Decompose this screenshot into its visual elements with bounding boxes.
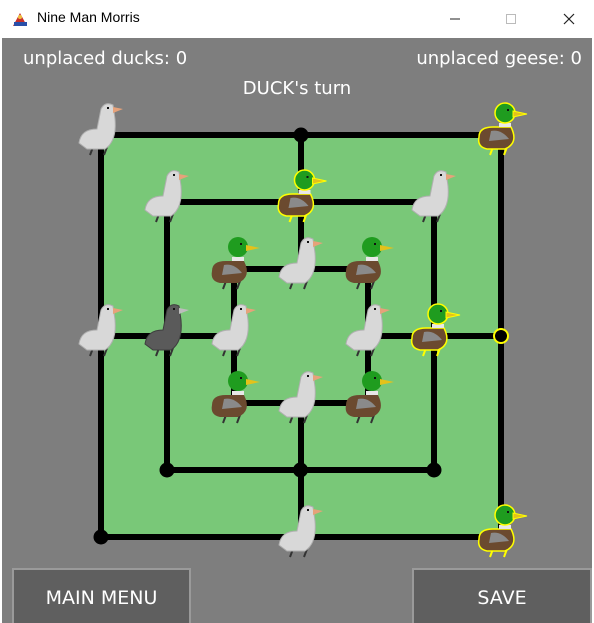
- goose-eye: [307, 241, 309, 243]
- duck-head: [362, 237, 382, 257]
- duck-collar: [366, 257, 378, 261]
- close-icon: [563, 13, 575, 25]
- goose-eye: [374, 308, 376, 310]
- goose-eye: [173, 174, 175, 176]
- maximize-button[interactable]: [488, 0, 534, 38]
- duck-eye: [240, 377, 242, 379]
- goose-eye: [173, 308, 175, 310]
- game-area: unplaced ducks: 0 unplaced geese: 0 DUCK…: [2, 38, 592, 623]
- goose-eye: [440, 174, 442, 176]
- goose-eye: [240, 308, 242, 310]
- goose-beak: [113, 107, 123, 113]
- empty-point[interactable]: [426, 462, 442, 478]
- board-point-outer-top-middle[interactable]: [293, 127, 309, 143]
- board-point-middle-bottom-right[interactable]: [426, 462, 442, 478]
- duck-collar: [366, 391, 378, 395]
- duck-collar: [232, 391, 244, 395]
- duck-head: [494, 504, 516, 526]
- duck-beak: [512, 110, 528, 118]
- duck-head: [427, 303, 449, 325]
- duck-head: [228, 371, 248, 391]
- empty-point[interactable]: [293, 127, 309, 143]
- minimize-button[interactable]: [432, 0, 478, 38]
- duck-head: [362, 371, 382, 391]
- duck-beak: [512, 512, 528, 520]
- goose-eye: [107, 107, 109, 109]
- goose-eye: [307, 375, 309, 377]
- duck-eye: [240, 243, 242, 245]
- empty-point[interactable]: [293, 462, 308, 478]
- duck-eye: [507, 511, 509, 513]
- minimize-icon: [450, 18, 460, 20]
- goose-eye: [107, 308, 109, 310]
- duck-eye: [440, 310, 442, 312]
- main-menu-button[interactable]: MAIN MENU: [12, 568, 191, 623]
- duck-head: [293, 169, 316, 191]
- board-point-outer-bottom-left[interactable]: [93, 529, 109, 545]
- goose-body: [78, 103, 116, 150]
- board-point-middle-bottom-middle[interactable]: [293, 462, 308, 478]
- save-button[interactable]: SAVE: [412, 568, 592, 623]
- board-point-middle-bottom-left[interactable]: [159, 462, 175, 478]
- duck-head: [494, 102, 516, 124]
- window-title: Nine Man Morris: [37, 9, 140, 25]
- window-titlebar: Nine Man Morris: [0, 0, 594, 38]
- empty-point[interactable]: [159, 462, 175, 478]
- goose-eye: [307, 509, 309, 511]
- game-board[interactable]: [2, 38, 592, 568]
- empty-point[interactable]: [93, 529, 109, 545]
- close-button[interactable]: [546, 0, 592, 38]
- empty-point[interactable]: [493, 328, 509, 344]
- duck-head: [228, 237, 248, 257]
- maximize-icon: [506, 14, 516, 24]
- duck-eye: [374, 377, 376, 379]
- java-app-icon: [11, 10, 30, 28]
- duck-eye: [507, 109, 509, 111]
- goose-body: [78, 304, 116, 351]
- board-point-outer-middle-right[interactable]: [493, 328, 509, 344]
- duck-collar: [232, 257, 244, 261]
- duck-eye: [374, 243, 376, 245]
- board-point-outer-top-right[interactable]: [477, 102, 528, 156]
- duck-eye: [306, 176, 309, 178]
